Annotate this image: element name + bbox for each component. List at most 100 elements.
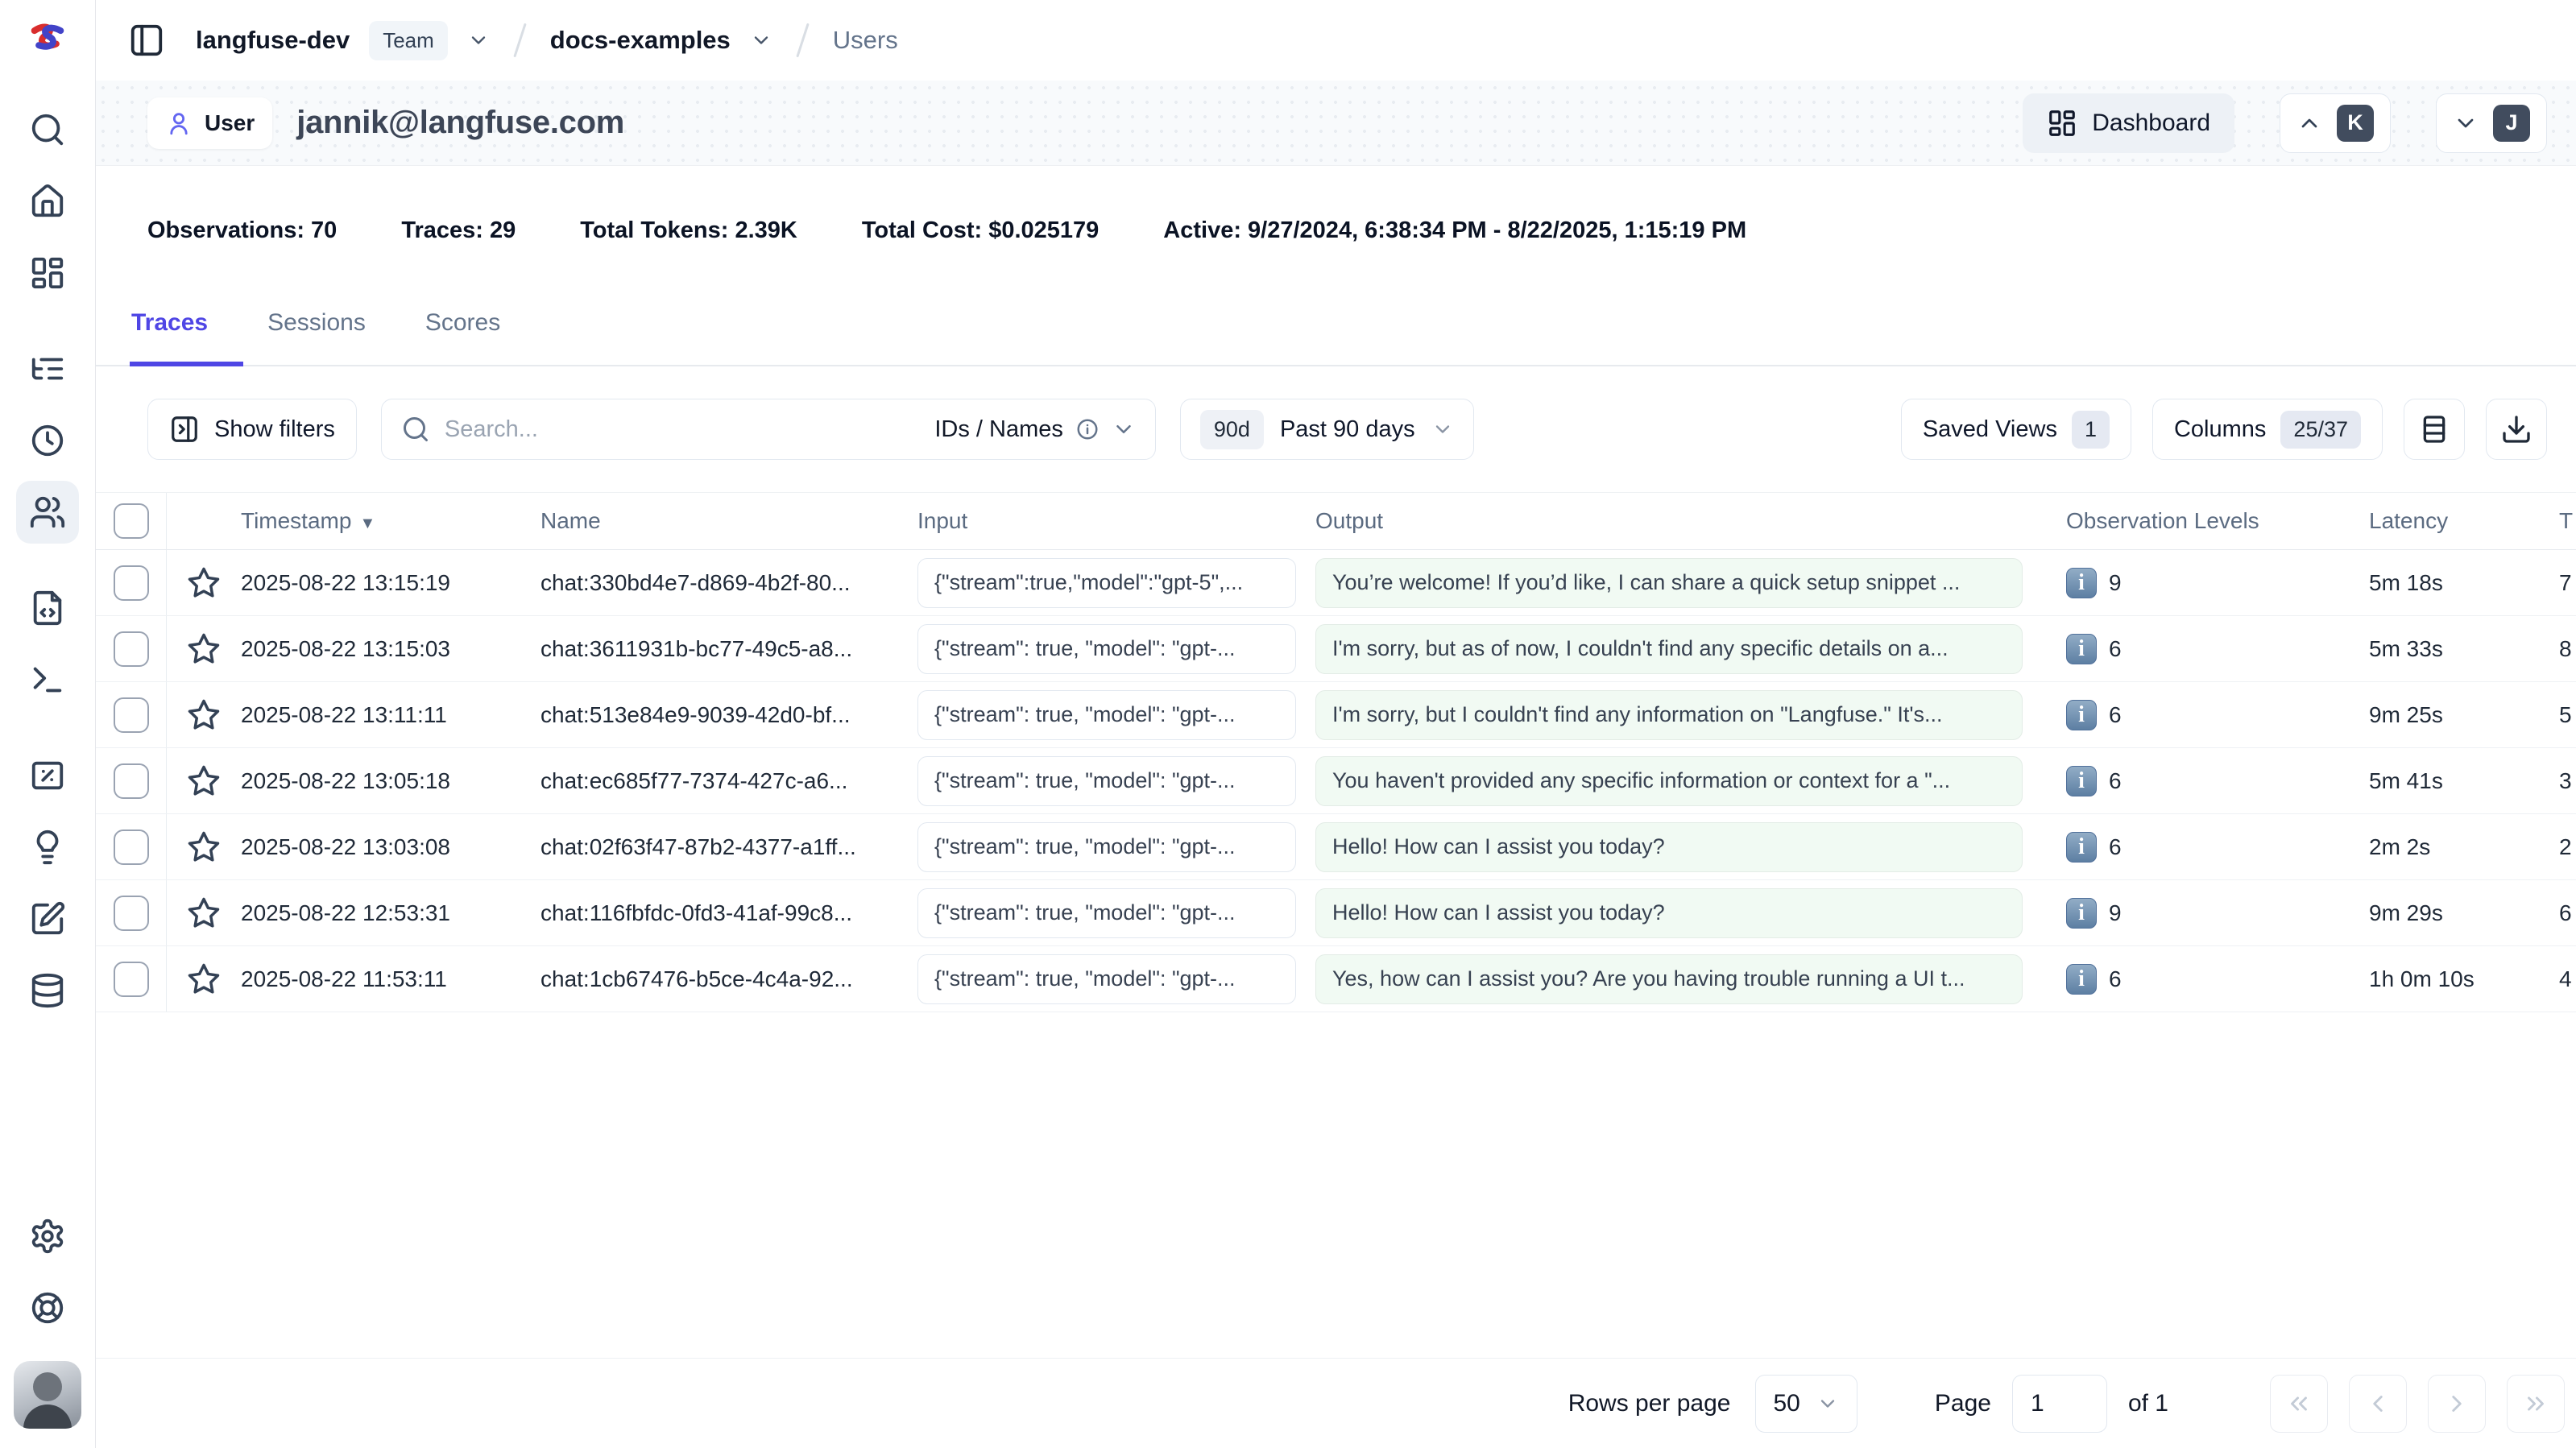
table-row[interactable]: 2025-08-22 11:53:11 chat:1cb67476-b5ce-4… xyxy=(96,946,2576,1012)
project-type-badge: Team xyxy=(369,21,448,60)
trace-output-preview[interactable]: Hello! How can I assist you today? xyxy=(1315,822,2023,872)
row-checkbox[interactable] xyxy=(114,896,149,931)
previous-user-button[interactable]: K xyxy=(2280,93,2391,153)
trace-input-preview[interactable]: {"stream": true, "model": "gpt-... xyxy=(917,690,1296,740)
search-scope-selector[interactable]: IDs / Names xyxy=(934,416,1136,443)
last-page-button[interactable] xyxy=(2507,1375,2565,1433)
sidebar-toggle-button[interactable] xyxy=(128,22,165,59)
row-checkbox[interactable] xyxy=(114,565,149,601)
tab-scores[interactable]: Scores xyxy=(424,308,536,366)
sidebar-item-users[interactable] xyxy=(16,481,79,544)
star-icon[interactable] xyxy=(187,632,221,666)
row-checkbox[interactable] xyxy=(114,631,149,667)
show-filters-button[interactable]: Show filters xyxy=(147,399,357,460)
select-all-checkbox[interactable] xyxy=(114,503,149,539)
sidebar-item-datasets[interactable] xyxy=(16,959,79,1022)
search-input[interactable] xyxy=(445,416,920,443)
environment-selector[interactable] xyxy=(750,29,772,52)
trace-input-preview[interactable]: {"stream": true, "model": "gpt-... xyxy=(917,888,1296,938)
star-icon[interactable] xyxy=(187,566,221,600)
sidebar-item-annotation[interactable] xyxy=(16,816,79,879)
search-scope-label: IDs / Names xyxy=(934,416,1063,443)
project-selector[interactable] xyxy=(467,29,490,52)
trace-name: chat:02f63f47-87b2-4377-a1ff... xyxy=(540,834,917,860)
langfuse-logo[interactable] xyxy=(24,16,71,63)
sidebar-item-sessions[interactable] xyxy=(16,409,79,472)
column-header-observation-levels[interactable]: Observation Levels xyxy=(2042,508,2345,534)
trace-timestamp: 2025-08-22 12:53:31 xyxy=(241,900,540,926)
sidebar-item-scores[interactable] xyxy=(16,744,79,807)
star-icon[interactable] xyxy=(187,896,221,930)
table-row[interactable]: 2025-08-22 12:53:31 chat:116fbfdc-0fd3-4… xyxy=(96,880,2576,946)
trace-input-preview[interactable]: {"stream":true,"model":"gpt-5",... xyxy=(917,558,1296,608)
trace-latency: 5m 41s xyxy=(2345,768,2538,794)
sidebar-item-support[interactable] xyxy=(16,1276,79,1339)
tab-traces[interactable]: Traces xyxy=(130,308,243,366)
row-checkbox[interactable] xyxy=(114,829,149,865)
row-height-button[interactable] xyxy=(2404,399,2465,460)
table-row[interactable]: 2025-08-22 13:11:11 chat:513e84e9-9039-4… xyxy=(96,682,2576,748)
table-row[interactable]: 2025-08-22 13:03:08 chat:02f63f47-87b2-4… xyxy=(96,814,2576,880)
column-header-output[interactable]: Output xyxy=(1315,508,2042,534)
trace-output-preview[interactable]: Yes, how can I assist you? Are you havin… xyxy=(1315,954,2023,1004)
next-user-button[interactable]: J xyxy=(2436,93,2547,153)
column-header-latency[interactable]: Latency xyxy=(2345,508,2538,534)
lightbulb-icon xyxy=(29,829,66,866)
table-row[interactable]: 2025-08-22 13:15:03 chat:3611931b-bc77-4… xyxy=(96,616,2576,682)
trace-output-preview[interactable]: Hello! How can I assist you today? xyxy=(1315,888,2023,938)
page-label: Page xyxy=(1935,1390,1991,1417)
star-icon[interactable] xyxy=(187,962,221,996)
star-icon[interactable] xyxy=(187,698,221,732)
tab-sessions[interactable]: Sessions xyxy=(266,308,401,366)
dashboard-button[interactable]: Dashboard xyxy=(2023,93,2234,153)
trace-input-cell: {"stream": true, "model": "gpt-... xyxy=(917,822,1315,872)
saved-views-button[interactable]: Saved Views 1 xyxy=(1901,399,2131,460)
breadcrumb-environment[interactable]: docs-examples xyxy=(550,26,731,55)
rows-per-page-select[interactable]: 50 xyxy=(1755,1375,1857,1433)
trace-output-preview[interactable]: I'm sorry, but as of now, I couldn't fin… xyxy=(1315,624,2023,674)
sidebar-item-tracing[interactable] xyxy=(16,337,79,400)
columns-button[interactable]: Columns 25/37 xyxy=(2152,399,2383,460)
row-checkbox[interactable] xyxy=(114,697,149,733)
previous-page-button[interactable] xyxy=(2349,1375,2407,1433)
sidebar-item-home[interactable] xyxy=(16,170,79,233)
sidebar-item-search[interactable] xyxy=(16,98,79,161)
sidebar-item-playground[interactable] xyxy=(16,648,79,711)
trace-output-preview[interactable]: I'm sorry, but I couldn't find any infor… xyxy=(1315,690,2023,740)
download-icon xyxy=(2500,413,2533,445)
sidebar-item-evaluators[interactable] xyxy=(16,887,79,950)
row-checkbox[interactable] xyxy=(114,763,149,799)
row-checkbox[interactable] xyxy=(114,962,149,997)
breadcrumb-project[interactable]: langfuse-dev xyxy=(196,26,350,55)
clipped-column-value: 3 xyxy=(2538,768,2576,794)
sidebar-item-settings[interactable] xyxy=(16,1205,79,1268)
trace-output-cell: I'm sorry, but I couldn't find any infor… xyxy=(1315,690,2042,740)
column-header-name[interactable]: Name xyxy=(540,508,917,534)
stat-observations: Observations: 70 xyxy=(147,217,337,244)
star-icon[interactable] xyxy=(187,830,221,864)
users-icon xyxy=(29,494,66,531)
trace-timestamp: 2025-08-22 13:03:08 xyxy=(241,834,540,860)
column-header-timestamp[interactable]: Timestamp▼ xyxy=(241,508,540,534)
trace-input-preview[interactable]: {"stream": true, "model": "gpt-... xyxy=(917,822,1296,872)
time-range-selector[interactable]: 90d Past 90 days xyxy=(1180,399,1474,460)
star-icon[interactable] xyxy=(187,764,221,798)
trace-output-preview[interactable]: You haven't provided any specific inform… xyxy=(1315,756,2023,806)
table-row[interactable]: 2025-08-22 13:15:19 chat:330bd4e7-d869-4… xyxy=(96,550,2576,616)
observation-levels-cell: i6 xyxy=(2042,766,2345,796)
rows-per-page-label: Rows per page xyxy=(1568,1390,1731,1417)
sidebar-item-prompts[interactable] xyxy=(16,577,79,639)
export-button[interactable] xyxy=(2486,399,2547,460)
next-page-button[interactable] xyxy=(2428,1375,2486,1433)
first-page-button[interactable] xyxy=(2270,1375,2328,1433)
table-row[interactable]: 2025-08-22 13:05:18 chat:ec685f77-7374-4… xyxy=(96,748,2576,814)
trace-input-preview[interactable]: {"stream": true, "model": "gpt-... xyxy=(917,756,1296,806)
column-header-clipped: T xyxy=(2538,508,2576,534)
column-header-input[interactable]: Input xyxy=(917,508,1315,534)
trace-output-preview[interactable]: You’re welcome! If you’d like, I can sha… xyxy=(1315,558,2023,608)
trace-input-preview[interactable]: {"stream": true, "model": "gpt-... xyxy=(917,624,1296,674)
sidebar-item-dashboards[interactable] xyxy=(16,242,79,304)
page-number-input[interactable] xyxy=(2012,1375,2107,1433)
user-avatar[interactable] xyxy=(14,1361,81,1429)
trace-input-preview[interactable]: {"stream": true, "model": "gpt-... xyxy=(917,954,1296,1004)
